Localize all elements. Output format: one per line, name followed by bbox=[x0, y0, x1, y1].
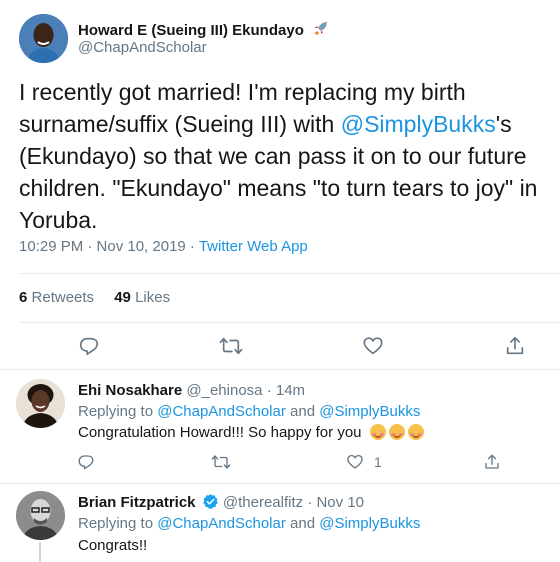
reply-time[interactable]: · Nov 10 bbox=[307, 494, 364, 511]
replying-to: Replying to @ChapAndScholar and @SimplyB… bbox=[78, 514, 420, 534]
replying-to-link[interactable]: @ChapAndScholar bbox=[157, 403, 286, 420]
tweet-stats: 6 Retweets 49 Likes bbox=[19, 289, 170, 306]
reply-button[interactable] bbox=[78, 335, 100, 357]
reply-avatar[interactable] bbox=[16, 379, 65, 428]
verified-badge-icon bbox=[202, 493, 219, 516]
smiling-emoji-icon bbox=[407, 424, 424, 440]
author-avatar[interactable] bbox=[19, 14, 68, 63]
like-icon bbox=[346, 453, 364, 471]
share-icon bbox=[483, 453, 501, 471]
reply-text-content: Congrats!! bbox=[78, 537, 148, 554]
reply-text: Congratulation Howard!!! So happy for yo… bbox=[78, 423, 427, 443]
divider bbox=[0, 483, 560, 484]
reply-header: Ehi Nosakhare @_ehinosa · 14m bbox=[78, 381, 305, 401]
retweets-label: Retweets bbox=[31, 289, 95, 306]
like-button[interactable] bbox=[362, 335, 384, 357]
divider bbox=[0, 369, 560, 370]
retweet-button[interactable] bbox=[211, 453, 231, 471]
reply-author-name[interactable]: Brian Fitzpatrick bbox=[78, 494, 196, 511]
reply-text: Congrats!! bbox=[78, 536, 147, 556]
reply-like-count: 1 bbox=[374, 454, 382, 470]
tweet-body: I recently got married! I'm replacing my… bbox=[19, 76, 549, 236]
likes-stat[interactable]: 49 Likes bbox=[114, 289, 170, 306]
like-icon bbox=[362, 335, 384, 357]
author-name-text[interactable]: Howard E (Sueing III) Ekundayo bbox=[78, 22, 304, 39]
replying-and: and bbox=[285, 403, 320, 420]
like-button[interactable]: 1 bbox=[346, 453, 382, 471]
rocket-icon bbox=[312, 19, 330, 41]
retweets-count: 6 bbox=[19, 289, 28, 306]
reply-author-handle[interactable]: @_ehinosa bbox=[186, 382, 262, 399]
divider bbox=[19, 322, 560, 323]
likes-label: Likes bbox=[135, 289, 171, 306]
replying-label: Replying to bbox=[78, 515, 158, 532]
reply-icon bbox=[78, 335, 100, 357]
retweets-stat[interactable]: 6 Retweets bbox=[19, 289, 94, 306]
reply-avatar[interactable] bbox=[16, 491, 65, 540]
smiling-emoji-icon bbox=[388, 424, 405, 440]
author-handle[interactable]: @ChapAndScholar bbox=[78, 39, 207, 56]
reply-header: Brian Fitzpatrick @therealfitz · Nov 10 bbox=[78, 493, 364, 516]
likes-count: 49 bbox=[114, 289, 131, 306]
reply-icon bbox=[77, 453, 95, 471]
thread-line bbox=[39, 542, 41, 562]
tweet-source-link[interactable]: Twitter Web App bbox=[199, 238, 308, 255]
replying-and: and bbox=[285, 515, 320, 532]
tweet-timestamp[interactable]: 10:29 PM · Nov 10, 2019 · bbox=[19, 238, 199, 255]
reply-text-content: Congratulation Howard!!! So happy for yo… bbox=[78, 424, 362, 441]
replying-to-link[interactable]: @ChapAndScholar bbox=[157, 515, 286, 532]
retweet-button[interactable] bbox=[219, 335, 243, 357]
share-button[interactable] bbox=[504, 335, 526, 357]
replying-to-link[interactable]: @SimplyBukks bbox=[319, 403, 420, 420]
retweet-icon bbox=[219, 335, 243, 357]
reply-author-handle[interactable]: @therealfitz bbox=[223, 494, 303, 511]
replying-to: Replying to @ChapAndScholar and @SimplyB… bbox=[78, 402, 420, 422]
replying-label: Replying to bbox=[78, 403, 158, 420]
share-button[interactable] bbox=[483, 453, 501, 471]
tweet-metadata: 10:29 PM · Nov 10, 2019 · Twitter Web Ap… bbox=[19, 238, 308, 255]
replying-to-link[interactable]: @SimplyBukks bbox=[319, 515, 420, 532]
reply-author-name[interactable]: Ehi Nosakhare bbox=[78, 382, 182, 399]
mention-link[interactable]: @SimplyBukks bbox=[341, 111, 496, 137]
share-icon bbox=[504, 335, 526, 357]
divider bbox=[19, 273, 560, 274]
reply-button[interactable] bbox=[77, 453, 95, 471]
reply-time[interactable]: · 14m bbox=[267, 382, 305, 399]
smiling-emoji-icon bbox=[369, 424, 386, 440]
retweet-icon bbox=[211, 453, 231, 471]
author-display-name[interactable]: Howard E (Sueing III) Ekundayo bbox=[78, 19, 330, 41]
emoji-group bbox=[369, 424, 427, 441]
